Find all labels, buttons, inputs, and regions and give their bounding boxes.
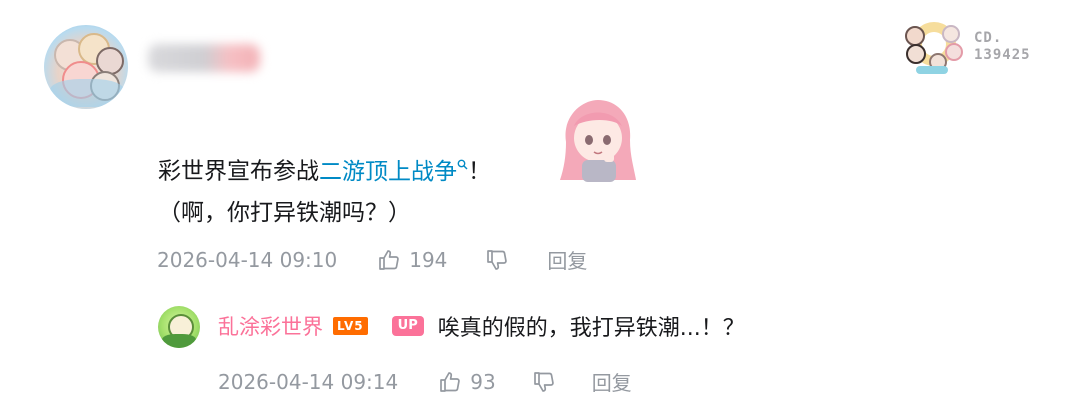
comment-text-suffix: ！ bbox=[468, 158, 491, 185]
fan-badge-number: CD. 139425 bbox=[974, 30, 1031, 64]
reply-meta: 2026-04-14 09:14 93 回复 bbox=[218, 367, 632, 396]
level-badge: LV5 bbox=[333, 317, 368, 335]
dislike-button[interactable] bbox=[485, 248, 509, 272]
reply-line: 乱涂彩世界 LV5 UP 唉真的假的，我打异铁潮...！？ bbox=[218, 310, 745, 342]
reply-text: 唉真的假的，我打异铁潮...！？ bbox=[437, 316, 745, 341]
reply-dislike-button[interactable] bbox=[532, 370, 556, 394]
fan-badge-id: 139425 bbox=[974, 47, 1031, 63]
reply-username[interactable]: 乱涂彩世界 bbox=[218, 311, 323, 341]
fan-badge-image bbox=[902, 18, 966, 76]
fan-badge-label: CD. bbox=[974, 30, 1003, 46]
up-tag: UP bbox=[391, 316, 424, 336]
like-button[interactable]: 194 bbox=[377, 248, 485, 272]
comment-timestamp: 2026-04-14 09:10 bbox=[157, 247, 338, 272]
comment-meta: 2026-04-14 09:10 194 回复 bbox=[157, 245, 587, 274]
comment-text: 彩世界宣布参战 bbox=[158, 158, 319, 185]
reply-user-avatar[interactable] bbox=[158, 306, 200, 348]
comment-line-1: 彩世界宣布参战二游顶上战争！ bbox=[158, 146, 491, 193]
search-keyword-link[interactable]: 二游顶上战争 bbox=[319, 159, 468, 185]
commenter-username-blurred[interactable] bbox=[148, 44, 260, 72]
reply-reply-button[interactable]: 回复 bbox=[592, 367, 632, 396]
reply-button[interactable]: 回复 bbox=[547, 245, 587, 274]
reply-like-button[interactable]: 93 bbox=[438, 370, 531, 394]
commenter-avatar[interactable] bbox=[44, 25, 128, 109]
search-icon[interactable] bbox=[457, 159, 468, 173]
thumbs-up-icon bbox=[440, 371, 461, 392]
emote-sticker bbox=[552, 96, 642, 186]
reply-like-count: 93 bbox=[470, 369, 496, 394]
like-count: 194 bbox=[409, 247, 448, 272]
thumbs-down-icon bbox=[487, 249, 508, 270]
reply-timestamp: 2026-04-14 09:14 bbox=[218, 369, 399, 394]
comment-line-2: （啊，你打异铁潮吗？） bbox=[158, 199, 411, 226]
thumbs-up-icon bbox=[379, 249, 400, 270]
thumbs-down-icon bbox=[533, 371, 554, 392]
comment-content: 彩世界宣布参战二游顶上战争！ （啊，你打异铁潮吗？） bbox=[158, 146, 491, 234]
